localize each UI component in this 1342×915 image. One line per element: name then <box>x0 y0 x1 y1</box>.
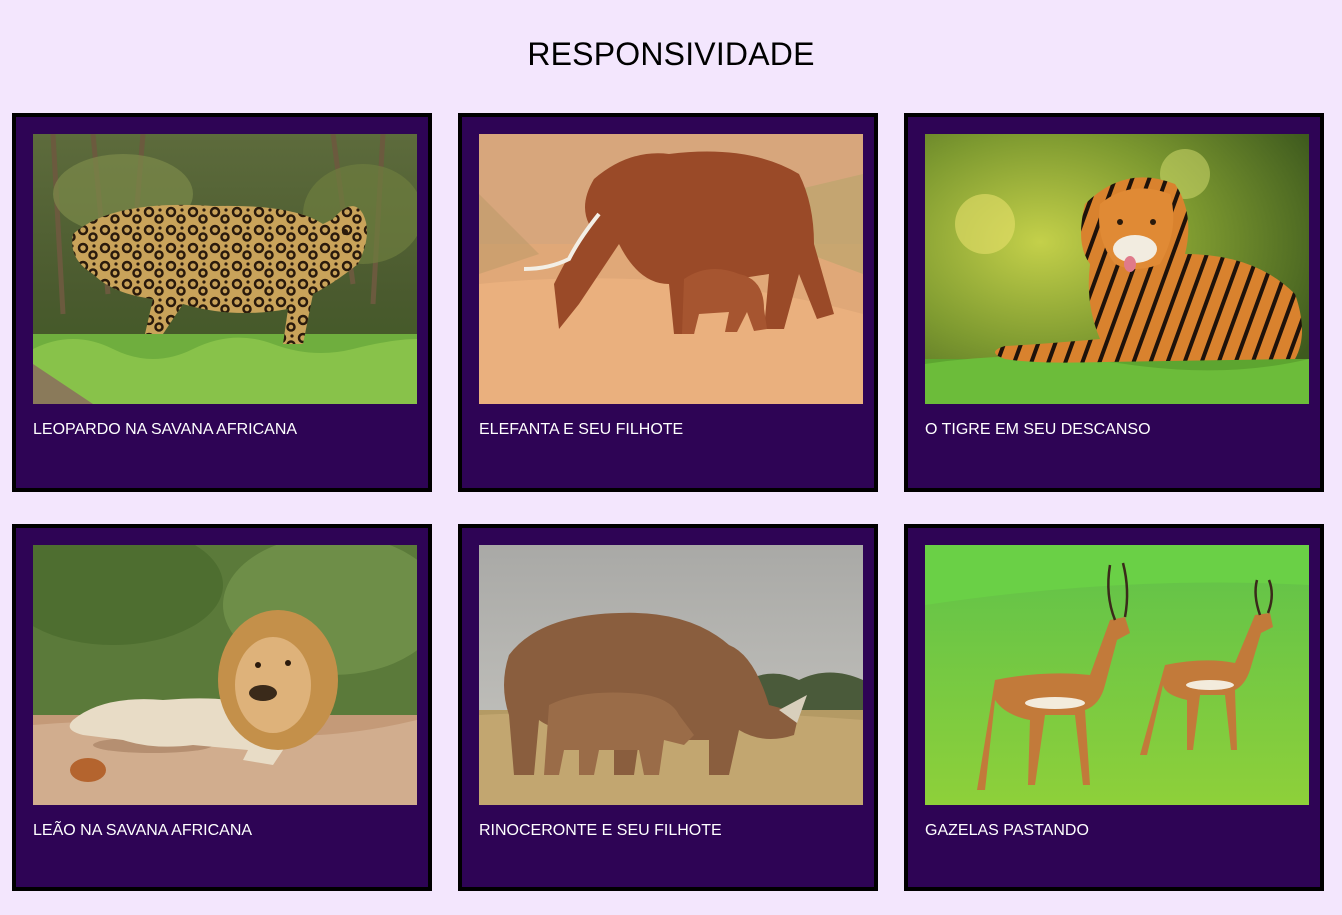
animal-card-leopard[interactable]: LEOPARDO NA SAVANA AFRICANA <box>12 113 432 492</box>
elephant-photo <box>479 134 863 404</box>
rhino-photo <box>479 545 863 805</box>
lion-photo <box>33 545 417 805</box>
card-caption: O TIGRE EM SEU DESCANSO <box>925 421 1151 438</box>
animal-card-lion[interactable]: LEÃO NA SAVANA AFRICANA <box>12 524 432 891</box>
tiger-photo <box>925 134 1309 404</box>
card-caption: LEOPARDO NA SAVANA AFRICANA <box>33 421 298 438</box>
animal-card-elephant[interactable]: ELEFANTA E SEU FILHOTE <box>458 113 878 492</box>
gazelle-photo <box>925 545 1309 805</box>
animal-card-tiger[interactable]: O TIGRE EM SEU DESCANSO <box>904 113 1324 492</box>
animal-card-gazelle[interactable]: GAZELAS PASTANDO <box>904 524 1324 891</box>
page-title: RESPONSIVIDADE <box>527 36 815 72</box>
animal-card-rhino[interactable]: RINOCERONTE E SEU FILHOTE <box>458 524 878 891</box>
card-caption: LEÃO NA SAVANA AFRICANA <box>33 822 253 839</box>
card-caption: RINOCERONTE E SEU FILHOTE <box>479 822 722 839</box>
card-caption: ELEFANTA E SEU FILHOTE <box>479 421 684 438</box>
leopard-photo <box>33 134 417 404</box>
card-caption: GAZELAS PASTANDO <box>925 822 1089 839</box>
